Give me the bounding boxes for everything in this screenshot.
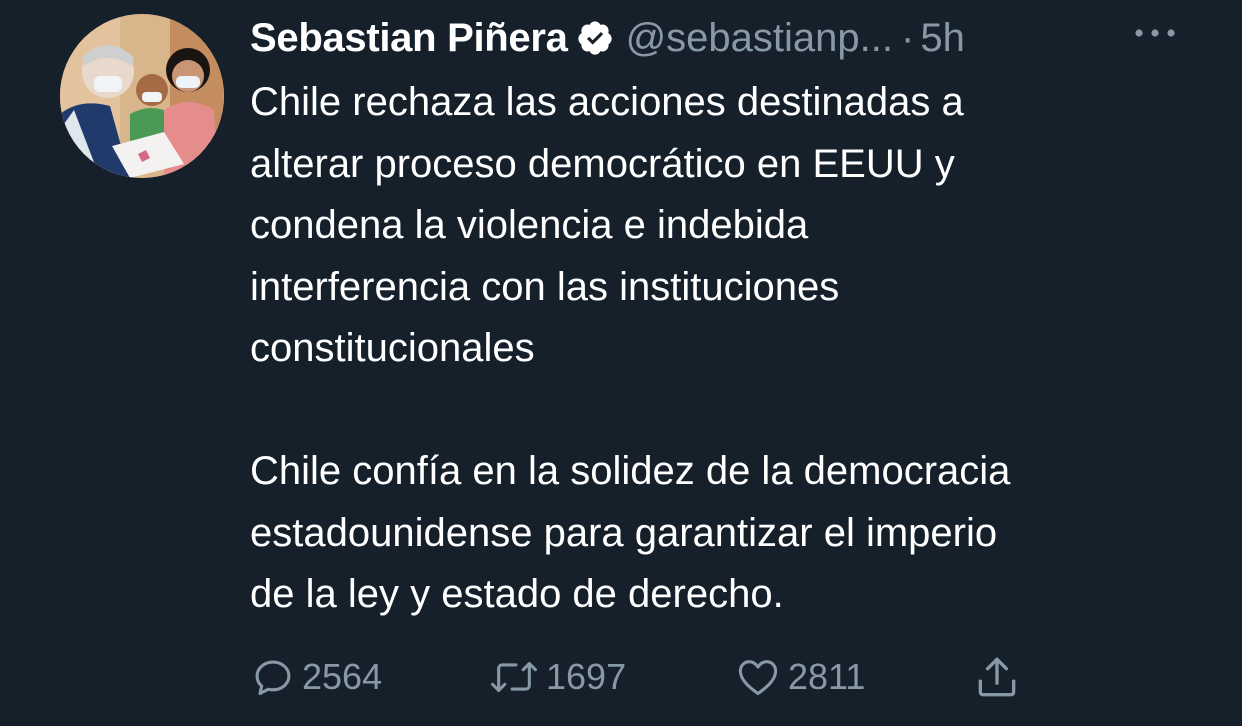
tweet-line: condena la violencia e indebida: [250, 203, 809, 247]
reply-button[interactable]: 2564: [250, 650, 382, 704]
retweet-button[interactable]: 1697: [488, 650, 626, 704]
reply-count: 2564: [302, 656, 383, 697]
tweet-text: Chile rechaza las acciones destinadas a …: [250, 72, 1210, 626]
more-options-icon[interactable]: [1130, 18, 1180, 48]
like-count: 2811: [788, 656, 866, 697]
share-button[interactable]: [972, 650, 1022, 704]
avatar-photo: [60, 14, 224, 178]
tweet-line: Chile rechaza las acciones destinadas a: [250, 80, 964, 124]
tweet-line: Chile confía en la solidez de la democra…: [250, 449, 1011, 493]
tweet-line: estadounidense para garantizar el imperi…: [250, 510, 998, 555]
tweet-line: alterar proceso democrático en EEUU y: [250, 141, 955, 186]
author-handle[interactable]: @sebastianp...: [626, 16, 893, 61]
tweet-line: interferencia con las instituciones: [250, 264, 840, 309]
header-separator: ·: [901, 15, 915, 60]
share-icon: [978, 657, 1016, 697]
tweet[interactable]: Sebastian Piñera @sebastianp... · 5h Chi…: [0, 0, 1242, 726]
tweet-paragraph: Chile confía en la solidez de la democra…: [250, 441, 1210, 626]
author-name[interactable]: Sebastian Piñera: [250, 16, 568, 61]
tweet-header: Sebastian Piñera @sebastianp... · 5h: [250, 10, 965, 66]
tweet-timestamp[interactable]: 5h: [920, 16, 965, 61]
like-button[interactable]: 2811: [734, 650, 865, 704]
tweet-paragraph: Chile rechaza las acciones destinadas a …: [250, 72, 1210, 380]
verified-badge-icon: [576, 19, 614, 57]
tweet-line: de la ley y estado de derecho.: [250, 572, 784, 616]
reply-icon: [255, 660, 291, 696]
retweet-icon: [490, 662, 537, 692]
retweet-count: 1697: [546, 656, 627, 697]
heart-icon: [738, 660, 778, 696]
tweet-actions: 2564 1697 2811: [250, 650, 1050, 704]
tweet-line: constitucionales: [250, 326, 535, 370]
avatar[interactable]: [60, 14, 224, 178]
